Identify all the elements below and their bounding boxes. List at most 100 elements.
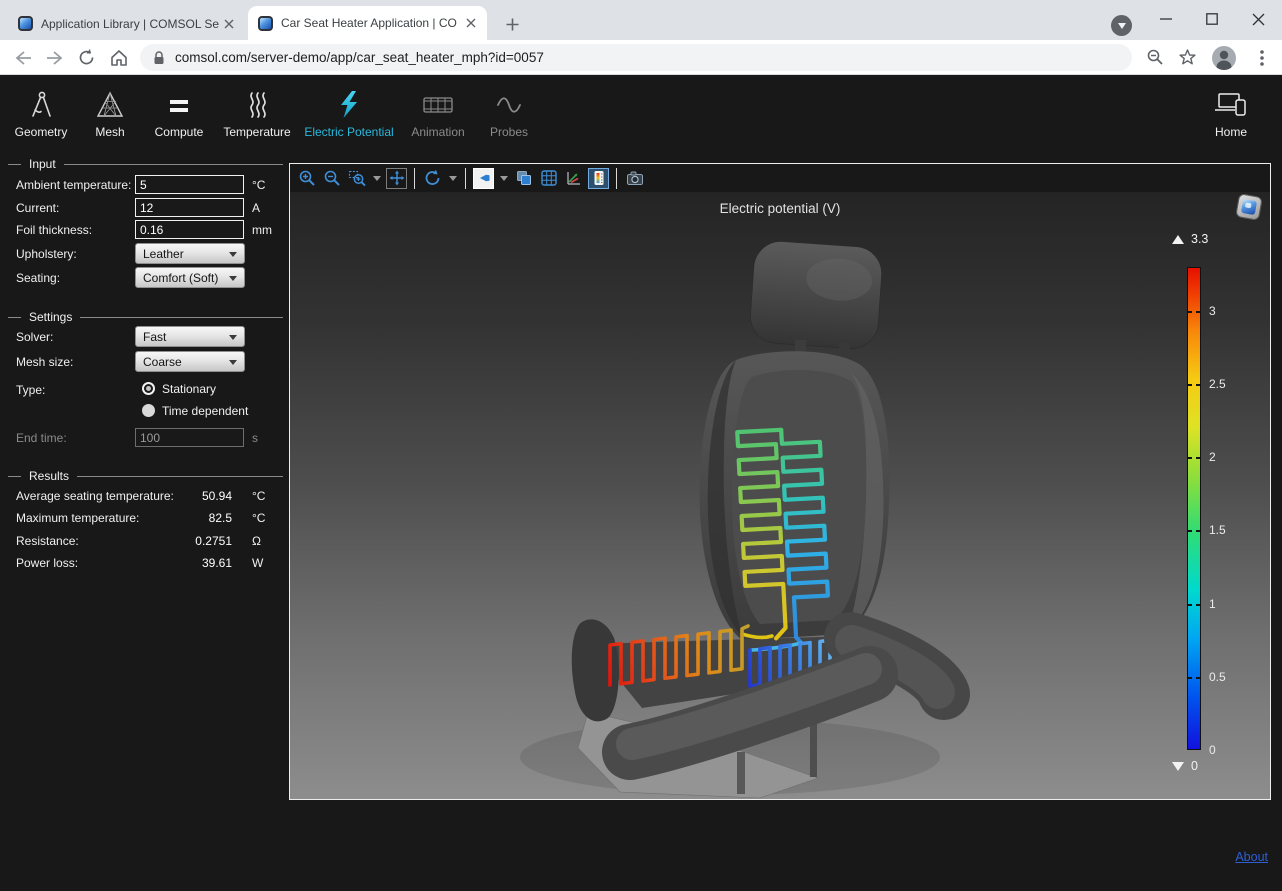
ribbon-item-home[interactable]: Home bbox=[1200, 86, 1262, 146]
section-header-settings: Settings bbox=[8, 307, 283, 327]
upholstery-dropdown[interactable]: Leather bbox=[135, 243, 245, 264]
ribbon-item-mesh[interactable]: Mesh bbox=[80, 86, 140, 146]
graphics-panel: Electric potential (V) bbox=[289, 163, 1271, 800]
scene-light-dropdown-caret[interactable] bbox=[498, 168, 509, 189]
ribbon-label: Compute bbox=[144, 125, 214, 139]
field-label: Type: bbox=[16, 383, 45, 397]
scene-light-button[interactable] bbox=[473, 168, 494, 189]
ambient-temperature-input[interactable] bbox=[135, 175, 244, 194]
rotate-dropdown-caret[interactable] bbox=[447, 168, 458, 189]
window-close-button[interactable] bbox=[1235, 0, 1281, 38]
mesh-size-dropdown[interactable]: Coarse bbox=[135, 351, 245, 372]
result-label: Resistance: bbox=[16, 534, 79, 548]
ribbon-item-animation[interactable]: Animation bbox=[398, 86, 478, 146]
ribbon-item-electric-potential[interactable]: Electric Potential bbox=[300, 86, 398, 146]
toolbar-separator bbox=[465, 168, 466, 189]
end-time-input bbox=[135, 428, 244, 447]
field-unit: mm bbox=[252, 223, 272, 237]
zoom-box-button[interactable] bbox=[346, 168, 367, 189]
result-unit: W bbox=[252, 556, 263, 570]
radio-label: Time dependent bbox=[162, 404, 248, 418]
geometry-compass-icon bbox=[10, 86, 72, 124]
field-label: Seating: bbox=[16, 271, 60, 285]
comsol-favicon bbox=[258, 16, 273, 31]
field-label: Solver: bbox=[16, 330, 53, 344]
chevron-down-icon bbox=[1118, 23, 1126, 29]
profile-avatar[interactable] bbox=[1211, 45, 1236, 70]
rotate-view-button[interactable] bbox=[422, 168, 443, 189]
section-header-results: Results bbox=[8, 466, 283, 486]
temperature-waves-icon bbox=[214, 86, 300, 124]
comsol-app: Geometry Mesh Compute Temperature E bbox=[0, 76, 1282, 891]
section-title: Results bbox=[29, 469, 69, 483]
plot-canvas[interactable]: Electric potential (V) bbox=[290, 192, 1270, 799]
home-icon[interactable] bbox=[106, 45, 131, 70]
colorbar-tick-label: 1.5 bbox=[1209, 523, 1226, 537]
url-text: comsol.com/server-demo/app/car_seat_heat… bbox=[175, 50, 544, 65]
mesh-triangle-icon bbox=[80, 86, 140, 124]
browser-menu-icon[interactable] bbox=[1249, 45, 1274, 70]
dropdown-value: Leather bbox=[143, 247, 184, 261]
address-bar[interactable]: comsol.com/server-demo/app/car_seat_heat… bbox=[140, 44, 1132, 71]
seating-dropdown[interactable]: Comfort (Soft) bbox=[135, 267, 245, 288]
back-icon[interactable] bbox=[10, 45, 35, 70]
triangle-down-icon bbox=[1172, 762, 1184, 771]
ribbon-label: Home bbox=[1200, 125, 1262, 139]
window-minimize-button[interactable] bbox=[1143, 0, 1189, 38]
compute-equals-icon bbox=[144, 86, 214, 124]
result-unit: °C bbox=[252, 511, 265, 525]
result-label: Power loss: bbox=[16, 556, 78, 570]
window-maximize-button[interactable] bbox=[1189, 0, 1235, 38]
animation-film-icon bbox=[398, 86, 478, 124]
plot-data-button[interactable] bbox=[563, 168, 584, 189]
tab-search-button[interactable] bbox=[1111, 15, 1132, 36]
color-legend-button[interactable] bbox=[588, 168, 609, 189]
ribbon-item-compute[interactable]: Compute bbox=[144, 86, 214, 146]
field-label: Foil thickness: bbox=[16, 223, 92, 237]
zoom-box-dropdown-caret[interactable] bbox=[371, 168, 382, 189]
zoom-indicator-icon[interactable] bbox=[1143, 45, 1168, 70]
triangle-up-icon bbox=[1172, 235, 1184, 244]
new-tab-button[interactable] bbox=[499, 11, 525, 37]
radio-time-dependent[interactable] bbox=[142, 404, 155, 417]
colorbar-min-value: 0 bbox=[1191, 759, 1198, 773]
solver-dropdown[interactable]: Fast bbox=[135, 326, 245, 347]
bookmark-star-icon[interactable] bbox=[1175, 45, 1200, 70]
tab-title: Car Seat Heater Application | CO bbox=[281, 16, 462, 30]
zoom-extents-button[interactable] bbox=[386, 168, 407, 189]
snapshot-camera-button[interactable] bbox=[624, 168, 645, 189]
colorbar-max-marker: 3.3 bbox=[1172, 232, 1208, 246]
field-row-type-2: Time dependent bbox=[0, 402, 288, 422]
tab-close-icon[interactable] bbox=[220, 15, 237, 32]
about-link[interactable]: About bbox=[1235, 850, 1268, 864]
zoom-in-button[interactable] bbox=[296, 168, 317, 189]
probes-wave-icon bbox=[478, 86, 540, 124]
colorbar-min-marker: 0 bbox=[1172, 759, 1198, 773]
field-row-foil-thickness: Foil thickness: mm bbox=[0, 220, 288, 240]
tab-car-seat-heater[interactable]: Car Seat Heater Application | CO bbox=[248, 6, 487, 40]
ribbon-item-temperature[interactable]: Temperature bbox=[214, 86, 300, 146]
field-label: End time: bbox=[16, 431, 67, 445]
ribbon-label: Temperature bbox=[214, 125, 300, 139]
reload-icon[interactable] bbox=[74, 45, 99, 70]
result-value: 39.61 bbox=[130, 556, 232, 570]
ribbon-item-probes[interactable]: Probes bbox=[478, 86, 540, 146]
ribbon-item-geometry[interactable]: Geometry bbox=[10, 86, 72, 146]
forward-icon[interactable] bbox=[42, 45, 67, 70]
dropdown-value: Coarse bbox=[143, 355, 182, 369]
result-value: 0.2751 bbox=[130, 534, 232, 548]
tab-application-library[interactable]: Application Library | COMSOL Se bbox=[8, 7, 245, 40]
radio-stationary[interactable] bbox=[142, 382, 155, 395]
transparency-button[interactable] bbox=[513, 168, 534, 189]
result-row: Power loss: 39.61 W bbox=[0, 553, 288, 573]
field-row-end-time: End time: s bbox=[0, 428, 288, 448]
field-row-upholstery: Upholstery: Leather bbox=[0, 244, 288, 264]
field-row-ambient-temperature: Ambient temperature: °C bbox=[0, 175, 288, 195]
foil-thickness-input[interactable] bbox=[135, 220, 244, 239]
current-input[interactable] bbox=[135, 198, 244, 217]
browser-toolbar: comsol.com/server-demo/app/car_seat_heat… bbox=[0, 40, 1282, 75]
grid-button[interactable] bbox=[538, 168, 559, 189]
tab-title: Application Library | COMSOL Se bbox=[41, 17, 220, 31]
zoom-out-button[interactable] bbox=[321, 168, 342, 189]
tab-close-icon[interactable] bbox=[462, 15, 479, 32]
